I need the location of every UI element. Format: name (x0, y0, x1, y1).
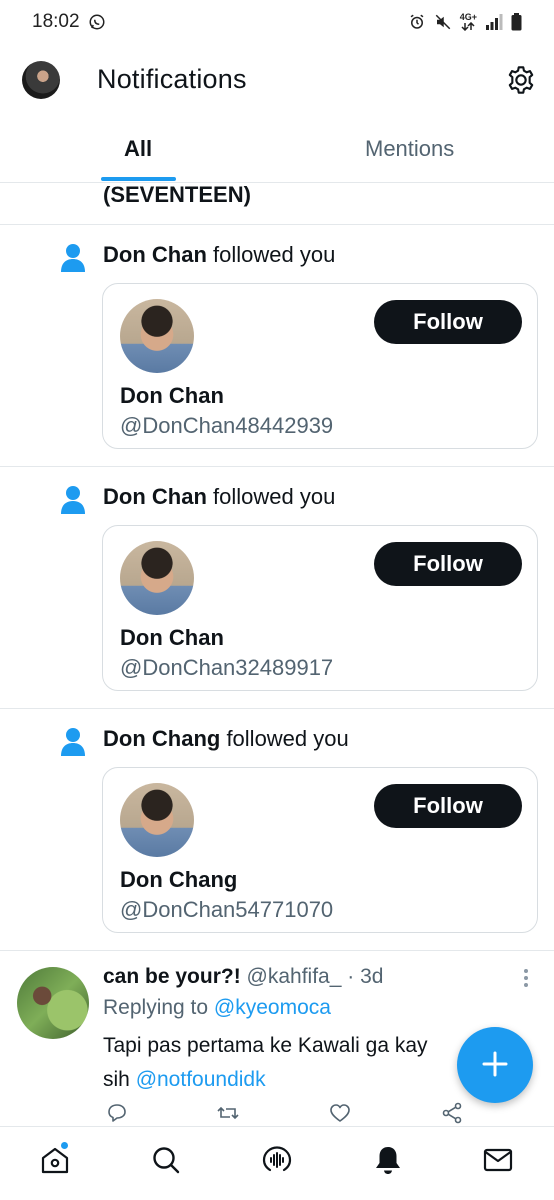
tab-mentions[interactable]: Mentions (365, 136, 454, 162)
user-handle: @DonChan54771070 (120, 897, 334, 922)
replying-to-link[interactable]: @kyeomoca (214, 996, 331, 1019)
actor-name[interactable]: Don Chan (103, 484, 207, 509)
follow-button[interactable]: Follow (374, 300, 522, 344)
avatar[interactable] (120, 783, 194, 857)
share-icon[interactable] (440, 1101, 464, 1125)
user-card[interactable]: Follow Don Chan @DonChan48442939 (102, 283, 538, 449)
tab-all[interactable]: All (124, 136, 152, 162)
notification-action: followed you (206, 484, 336, 509)
network-icon: 4G+ (460, 13, 477, 31)
like-icon[interactable] (328, 1101, 352, 1125)
tweet-separator: · (341, 965, 361, 988)
tab-selected-indicator (101, 177, 176, 181)
status-time: 18:02 (32, 11, 80, 32)
battery-icon (511, 13, 522, 31)
person-icon (60, 727, 86, 757)
tweet-actions (103, 1101, 483, 1126)
user-handle: @DonChan32489917 (120, 655, 334, 680)
unread-dot (60, 1141, 69, 1150)
avatar[interactable] (22, 61, 60, 99)
actor-name[interactable]: Don Chang (103, 726, 220, 751)
user-card[interactable]: Follow Don Chang @DonChan54771070 (102, 767, 538, 933)
retweet-icon[interactable] (216, 1101, 240, 1125)
compose-button[interactable] (457, 1027, 533, 1103)
signal-icon (485, 14, 503, 30)
spaces-icon (261, 1144, 293, 1181)
more-icon[interactable] (520, 967, 532, 989)
mention-link[interactable]: @notfoundidk (136, 1068, 266, 1091)
nav-notifications[interactable] (371, 1145, 405, 1179)
status-bar: 18:02 4G+ (0, 0, 554, 44)
mail-icon (482, 1146, 514, 1179)
truncated-text[interactable]: (SEVENTEEN) (103, 182, 251, 208)
user-handle: @DonChan48442939 (120, 413, 334, 438)
notification-text: Don Chan followed you (103, 242, 335, 268)
notification-action: followed you (206, 242, 336, 267)
tweet-handle[interactable]: @kahfifa_ (247, 965, 342, 988)
tweet-text-line2: sih (103, 1068, 136, 1091)
follow-notification[interactable]: Don Chang followed you Follow Don Chang … (0, 709, 554, 951)
person-icon (60, 243, 86, 273)
follow-button[interactable]: Follow (374, 784, 522, 828)
user-name: Don Chan (120, 625, 224, 650)
nav-spaces[interactable] (260, 1145, 294, 1179)
plus-icon (481, 1050, 509, 1081)
tweet-body: Tapi pas pertama ke Kawali ga kay sih @n… (103, 1029, 463, 1097)
actor-name[interactable]: Don Chan (103, 242, 207, 267)
notification-tabs: All Mentions (0, 118, 554, 183)
replying-label: Replying to (103, 996, 214, 1019)
nav-home[interactable] (38, 1145, 72, 1179)
user-name: Don Chang (120, 867, 238, 892)
follow-button[interactable]: Follow (374, 542, 522, 586)
avatar[interactable] (17, 967, 89, 1039)
gear-icon[interactable] (505, 64, 537, 96)
follow-notification[interactable]: Don Chan followed you Follow Don Chan @D… (0, 225, 554, 467)
avatar[interactable] (120, 299, 194, 373)
replying-to: Replying to @kyeomoca (103, 996, 331, 1020)
tweet-header: can be your?! @kahfifa_ · 3d (103, 965, 383, 989)
tweet-time: 3d (360, 965, 384, 988)
tweet-display-name[interactable]: can be your?! (103, 965, 241, 988)
bottom-nav (0, 1126, 554, 1200)
page-title: Notifications (97, 64, 247, 94)
notification-text: Don Chang followed you (103, 726, 349, 752)
follow-notification[interactable]: Don Chan followed you Follow Don Chan @D… (0, 467, 554, 709)
nav-search[interactable] (149, 1145, 183, 1179)
app-header: Notifications (0, 44, 554, 118)
nav-messages[interactable] (481, 1145, 515, 1179)
user-card[interactable]: Follow Don Chan @DonChan32489917 (102, 525, 538, 691)
avatar[interactable] (120, 541, 194, 615)
mute-icon (434, 13, 452, 31)
bell-icon (373, 1144, 403, 1181)
tweet-text: Tapi pas pertama ke Kawali ga kay (103, 1034, 428, 1057)
reply-icon[interactable] (105, 1101, 129, 1125)
notification-text: Don Chan followed you (103, 484, 335, 510)
notification-action: followed you (220, 726, 349, 751)
person-icon (60, 485, 86, 515)
alarm-icon (408, 13, 426, 31)
whatsapp-icon (88, 13, 106, 31)
search-icon (151, 1145, 181, 1180)
user-name: Don Chan (120, 383, 224, 408)
